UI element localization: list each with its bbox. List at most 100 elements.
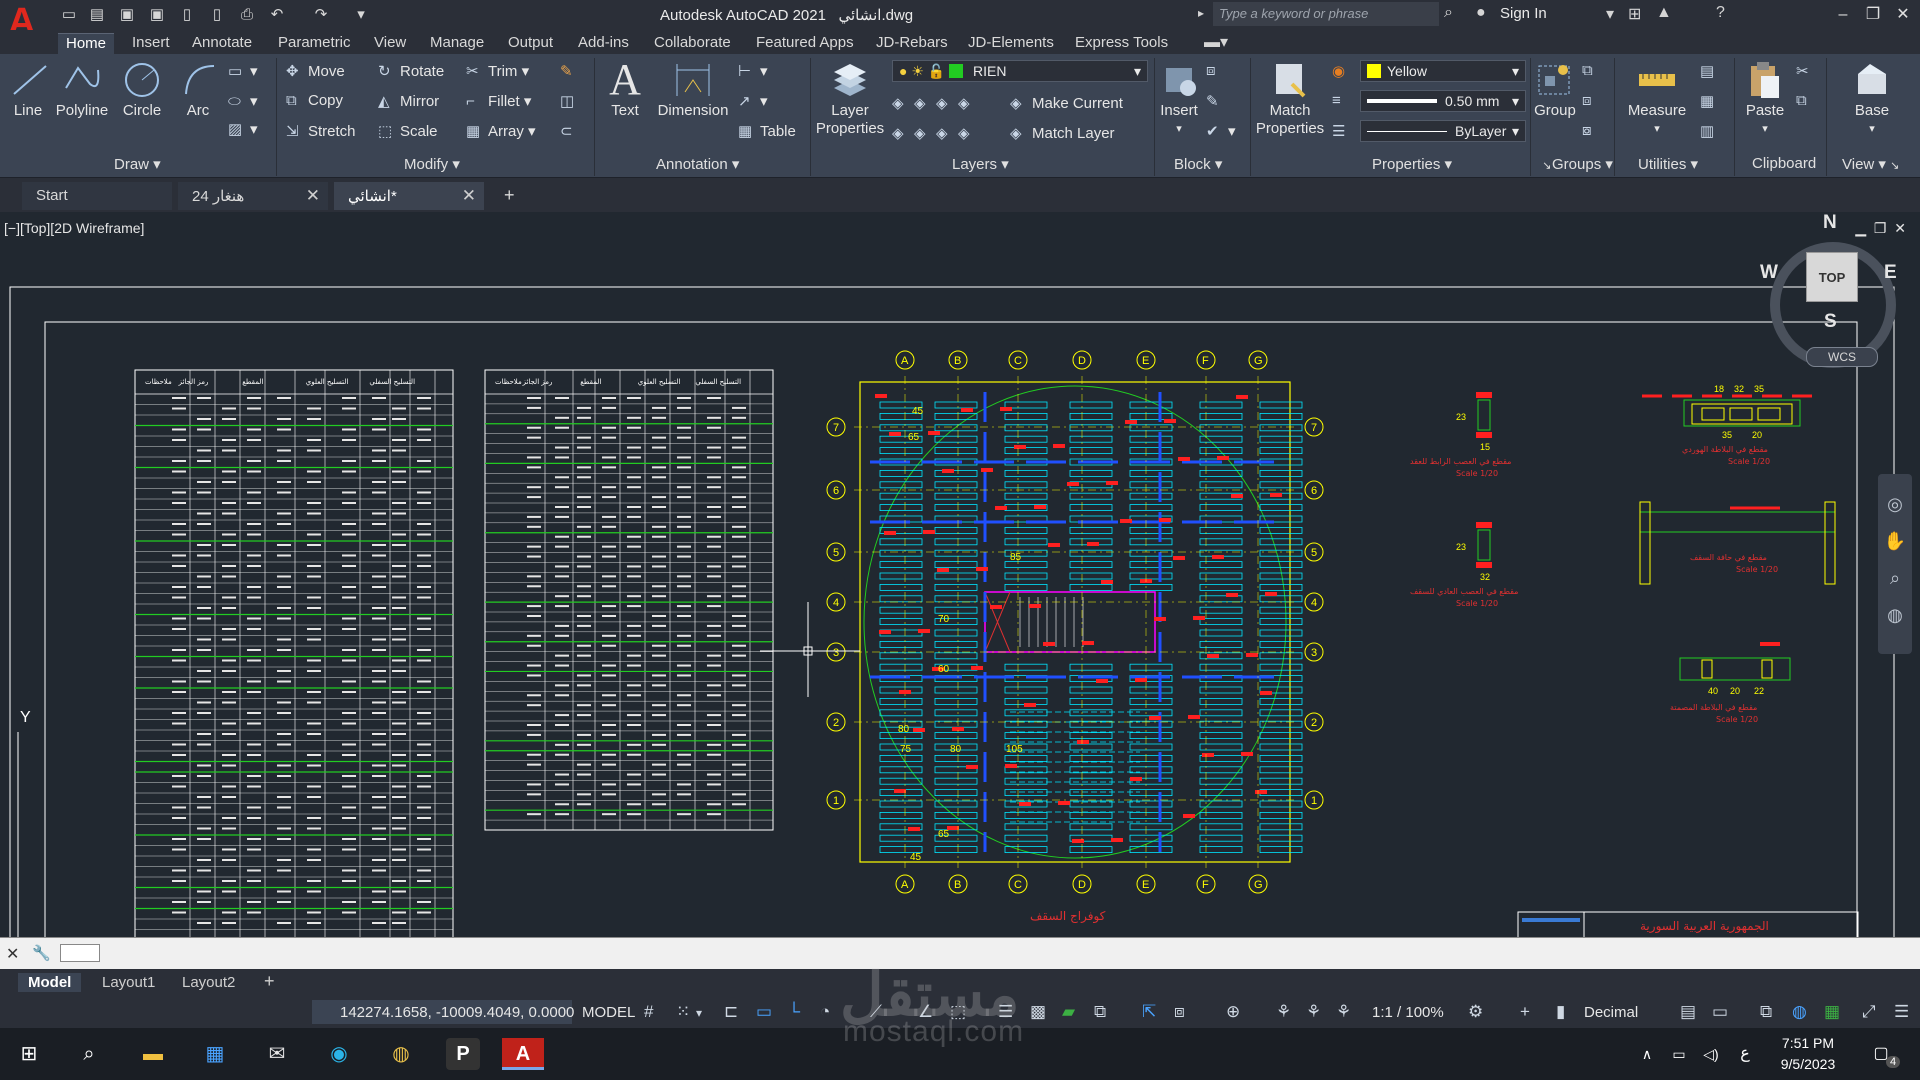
linear-dim-button[interactable]: ⊢ ▾ [738,62,768,80]
tab-featured-apps[interactable]: Featured Apps [748,33,862,54]
fullscreen-icon[interactable]: ⤢ [1862,1002,1876,1022]
language-indicator[interactable]: ع [1728,1038,1762,1070]
isolate-objects-icon[interactable]: ⧉ [1760,1002,1772,1022]
tab-addins[interactable]: Add-ins [570,33,637,54]
tab-jd-rebars[interactable]: JD-Rebars [868,33,956,54]
ortho-icon[interactable]: └ [788,1002,800,1022]
layer-properties-button[interactable]: Layer Properties [814,58,886,138]
move-button[interactable]: ✥ Move [286,62,345,80]
dropdown-icon[interactable]: ▾ [1606,4,1614,24]
3d-osnap-icon[interactable]: ⧉ [1094,1002,1106,1022]
linetype-dropdown[interactable]: ByLayer ▾ [1360,120,1526,142]
tab-parametric[interactable]: Parametric [270,33,359,54]
compass-west[interactable]: W [1760,262,1778,284]
recent-commands-dropdown[interactable] [60,944,100,962]
quick-properties-icon[interactable]: ▤ [1680,1002,1696,1022]
clean-screen-icon[interactable]: ▦ [1824,1002,1840,1022]
polar-icon[interactable]: ◔ [820,1002,830,1022]
compass-east[interactable]: E [1884,262,1897,284]
create-block-button[interactable]: ⧈ [1206,62,1228,79]
help-icon[interactable]: ? [1716,4,1725,22]
quick-select-button[interactable]: ▤ [1700,62,1722,80]
base-view-button[interactable]: Base ▾ [1832,58,1912,136]
layer-dropdown[interactable]: ● ☀ 🔓 RIEN ▾ [892,60,1148,82]
mail-icon[interactable]: ✉ [260,1038,294,1070]
close-button[interactable]: ✕ [1888,2,1918,28]
rotate-button[interactable]: ↻ Rotate [378,62,444,80]
cart-icon[interactable]: ⊞ [1628,4,1641,24]
group-edit-button[interactable]: ⧈ [1582,92,1604,109]
tab-home[interactable]: Home [58,33,115,54]
compass-north[interactable]: N [1823,212,1837,234]
scale-button[interactable]: ⬚ Scale [378,122,438,140]
line-button[interactable]: Line [8,58,48,119]
show-hidden-icons[interactable]: ∧ [1630,1038,1664,1070]
minimize-button[interactable]: – [1828,2,1858,28]
snap-icon[interactable]: ⁙ [676,1002,690,1022]
explode-button[interactable]: ◫ [560,92,582,110]
tab-collaborate[interactable]: Collaborate [646,33,739,54]
tab-annotate[interactable]: Annotate [184,33,260,54]
pan-icon[interactable]: ✋ [1878,531,1912,552]
groups-panel-title[interactable]: Groups ▾ [1552,155,1613,173]
open-web-icon[interactable]: ▯ [176,4,198,26]
clock-time[interactable]: 7:51 PM [1773,1035,1843,1051]
viewcube-top-face[interactable]: TOP [1806,252,1858,302]
tab-manage[interactable]: Manage [422,33,492,54]
model-space-button[interactable]: MODEL [582,1004,635,1021]
group-button[interactable]: Group [1532,58,1578,119]
transparency-icon[interactable]: ▩ [1030,1002,1046,1022]
color-dropdown[interactable]: Yellow ▾ [1360,60,1526,82]
dynamic-input-icon[interactable]: ▭ [756,1002,772,1022]
paste-button[interactable]: Paste ▾ [1740,58,1790,136]
fillet-button[interactable]: ⌐ Fillet ▾ [466,92,531,110]
redo-icon[interactable]: ↷ [310,4,332,26]
customize-icon[interactable]: 🔧 [32,944,51,962]
color-wheel-icon[interactable]: ◉ [1332,62,1354,80]
lineweight-dropdown[interactable]: 0.50 mm ▾ [1360,90,1526,112]
restore-button[interactable]: ❐ [1858,2,1888,28]
rectangle-tool[interactable]: ▭ ▾ [228,62,258,80]
file-tab-hangar[interactable]: هنغار 24 ✕ [178,182,328,210]
autocad-taskbar-icon[interactable]: A [502,1038,544,1070]
id-point-button[interactable]: ▥ [1700,122,1722,140]
modify-panel-title[interactable]: Modify ▾ [404,155,460,173]
store-icon[interactable]: ▦ [198,1038,232,1070]
search-expand-icon[interactable]: ▸ [1198,6,1204,20]
search-icon[interactable]: ⌕ [72,1038,106,1070]
view-panel-title[interactable]: View ▾ ↘ [1842,155,1899,173]
ribbon-toggle-icon[interactable]: ▬▾ [1204,32,1228,52]
annotation-monitor-icon[interactable]: + [1520,1002,1530,1022]
polyline-button[interactable]: Polyline [54,58,110,119]
windows-start-icon[interactable]: ⊞ [12,1038,46,1070]
group-select-button[interactable]: ⧇ [1582,122,1604,139]
undo-icon[interactable]: ↶ [266,4,288,26]
search-input[interactable]: Type a keyword or phrase [1213,2,1439,26]
file-tab-active[interactable]: انشائي* ✕ [334,182,484,210]
close-icon[interactable]: ✕ [6,944,19,964]
save-icon[interactable]: ▣ [116,4,138,26]
qat-menu-icon[interactable]: ▾ [350,4,372,26]
new-tab-button[interactable]: + [494,182,528,210]
wcs-menu[interactable]: WCS [1806,347,1878,367]
annotation-visibility-icon[interactable]: ⚘ [1276,1002,1291,1022]
calculator-button[interactable]: ▦ [1700,92,1722,110]
autodesk-icon[interactable]: ▲ [1656,4,1672,22]
open-file-icon[interactable]: ▤ [86,4,108,26]
layer-tools-row1[interactable]: ◈ ◈ ◈ ◈ [892,94,980,112]
erase-button[interactable]: ✎ [560,62,582,80]
graphics-performance-icon[interactable]: ◍ [1792,1002,1807,1022]
steering-wheel-icon[interactable]: ◎ [1878,494,1912,515]
chrome-icon[interactable]: ◍ [384,1038,418,1070]
snap-menu-icon[interactable]: ▾ [696,1006,702,1020]
selection-cycling-icon[interactable]: ▰ [1062,1002,1075,1022]
search-icon[interactable]: ⌕ [1444,4,1453,22]
zoom-icon[interactable]: ⌕ [1878,568,1912,589]
match-properties-button[interactable]: Match Properties [1254,58,1326,138]
auto-scale-icon[interactable]: ⚘ [1306,1002,1321,1022]
coordinates-readout[interactable]: 142274.1658, -10009.4049, 0.0000 [340,1004,574,1021]
app-p-icon[interactable]: P [446,1038,480,1070]
save-as-icon[interactable]: ▣ [146,4,168,26]
mirror-button[interactable]: ◭ Mirror [378,92,439,110]
draw-panel-title[interactable]: Draw ▾ [114,155,161,173]
